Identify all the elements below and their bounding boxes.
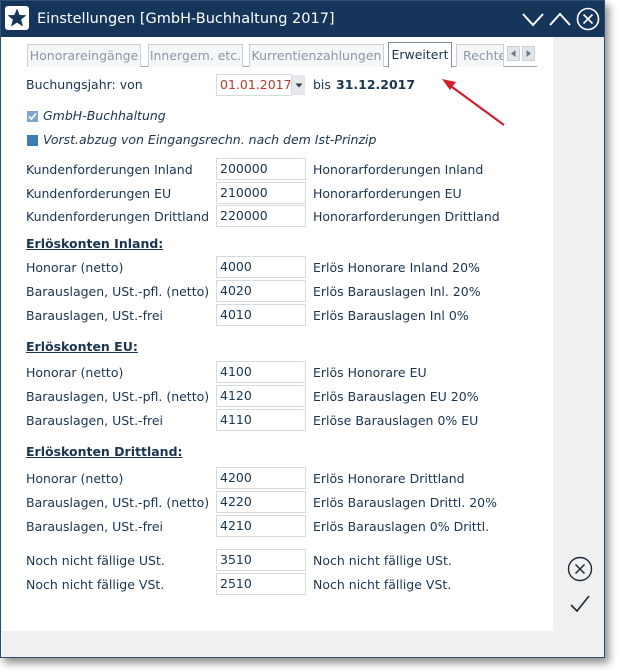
eu-barauslagen-pfl-label: Barauslagen, USt.-pfl. (netto) [26,389,210,404]
star-icon [5,6,29,30]
eu-barauslagen-frei-field[interactable]: 4110 [216,409,306,431]
section-heading-inland: Erlöskonten Inland: [26,236,164,251]
receivables-inland-field[interactable]: 200000 [216,158,306,180]
tab-label: Honorareingänge [29,48,139,63]
chevron-down-icon[interactable] [521,7,545,31]
receivables-eu-label: Kundenforderungen EU [26,186,172,201]
drittland-barauslagen-pfl-field[interactable]: 4220 [216,491,306,513]
tab-scroll-left-icon[interactable] [507,46,520,61]
receivables-eu-field[interactable]: 210000 [216,182,306,204]
receivables-drittland-desc: Honorarforderungen Drittland [313,209,500,224]
vst-field[interactable]: 2510 [216,573,306,595]
section-heading-eu: Erlöskonten EU: [26,339,138,354]
tab-erweitert[interactable]: Erweitert [388,42,452,68]
tab-honorareingaenge[interactable]: Honorareingänge [27,44,141,67]
eu-barauslagen-pfl-desc: Erlös Barauslagen EU 20% [313,389,479,404]
window-footer [2,631,604,657]
ust-desc: Noch nicht fällige USt. [313,553,452,568]
red-arrow-annotation [442,79,505,126]
drittland-honorar-desc: Erlös Honorare Drittland [313,471,465,486]
eu-barauslagen-pfl-field[interactable]: 4120 [216,385,306,407]
inland-barauslagen-frei-field[interactable]: 4010 [216,304,306,326]
receivables-inland-label: Kundenforderungen Inland [26,162,193,177]
eu-barauslagen-frei-desc: Erlöse Barauslagen 0% EU [313,413,479,428]
settings-window: Einstellungen [GmbH-Buchhaltung 2017] Ho… [0,0,605,658]
drittland-barauslagen-frei-label: Barauslagen, USt.-frei [26,519,163,534]
tab-kurrentienzahlungen[interactable]: Kurrentienzahlungen [249,44,384,67]
inland-honorar-label: Honorar (netto) [26,260,124,275]
section-heading-drittland: Erlöskonten Drittland: [26,444,183,459]
cancel-circle-icon[interactable] [567,556,593,582]
drittland-barauslagen-pfl-label: Barauslagen, USt.-pfl. (netto) [26,495,210,510]
booking-year-to-label: bis [313,77,331,92]
tab-bar: Honorareingänge Innergem. etc. Kurrentie… [27,42,537,68]
checkbox-gmbh-buchhaltung[interactable] [27,111,38,122]
chevron-up-icon[interactable] [548,7,572,31]
receivables-inland-desc: Honorarforderungen Inland [313,162,484,177]
receivables-drittland-label: Kundenforderungen Drittland [26,209,210,224]
ust-field[interactable]: 3510 [216,549,306,571]
window-title: Einstellungen [GmbH-Buchhaltung 2017] [37,11,335,27]
tab-label: Rechte [463,48,504,63]
tab-label: Kurrentienzahlungen [251,48,382,63]
eu-honorar-label: Honorar (netto) [26,365,124,380]
drittland-barauslagen-pfl-desc: Erlös Barauslagen Drittl. 20% [313,495,498,510]
title-bar: Einstellungen [GmbH-Buchhaltung 2017] [1,1,604,37]
checkbox-ist-prinzip-label: Vorst.abzug von Eingangsrechn. nach dem … [43,132,377,147]
drittland-honorar-field[interactable]: 4200 [216,467,306,489]
drittland-barauslagen-frei-desc: Erlös Barauslagen 0% Drittl. [313,519,490,534]
inland-barauslagen-frei-label: Barauslagen, USt.-frei [26,308,163,323]
inland-barauslagen-pfl-label: Barauslagen, USt.-pfl. (netto) [26,284,210,299]
date-dropdown-icon[interactable] [291,75,305,95]
booking-year-from-field[interactable]: 01.01.2017 [216,74,292,96]
drittland-honorar-label: Honorar (netto) [26,471,124,486]
tab-label: Innergem. etc. [149,48,242,63]
eu-honorar-field[interactable]: 4100 [216,361,306,383]
tab-label: Erweitert [391,47,449,62]
booking-year-to-value: 31.12.2017 [336,77,416,92]
vst-desc: Noch nicht fällige VSt. [313,577,452,592]
vst-label: Noch nicht fällige VSt. [26,577,165,592]
drittland-barauslagen-frei-field[interactable]: 4210 [216,515,306,537]
inland-honorar-desc: Erlös Honorare Inland 20% [313,260,480,275]
inland-barauslagen-pfl-desc: Erlös Barauslagen Inl. 20% [313,284,481,299]
receivables-drittland-field[interactable]: 220000 [216,205,306,227]
checkbox-ist-prinzip[interactable] [27,135,38,146]
close-circle-icon[interactable] [576,7,600,31]
action-strip [553,37,604,631]
tab-innergem[interactable]: Innergem. etc. [148,44,243,67]
tab-scroll-right-icon[interactable] [522,46,535,61]
inland-barauslagen-pfl-field[interactable]: 4020 [216,280,306,302]
eu-honorar-desc: Erlös Honorare EU [313,365,427,380]
inland-honorar-field[interactable]: 4000 [216,256,306,278]
receivables-eu-desc: Honorarforderungen EU [313,186,462,201]
eu-barauslagen-frei-label: Barauslagen, USt.-frei [26,413,163,428]
tab-rechte[interactable]: Rechte [456,44,504,67]
ust-label: Noch nicht fällige USt. [26,553,165,568]
checkbox-gmbh-label: GmbH-Buchhaltung [43,108,166,123]
checkmark-icon[interactable] [568,592,592,616]
settings-content: Honorareingänge Innergem. etc. Kurrentie… [2,37,553,631]
inland-barauslagen-frei-desc: Erlös Barauslagen Inl 0% [313,308,469,323]
booking-year-label: Buchungsjahr: von [26,77,143,92]
